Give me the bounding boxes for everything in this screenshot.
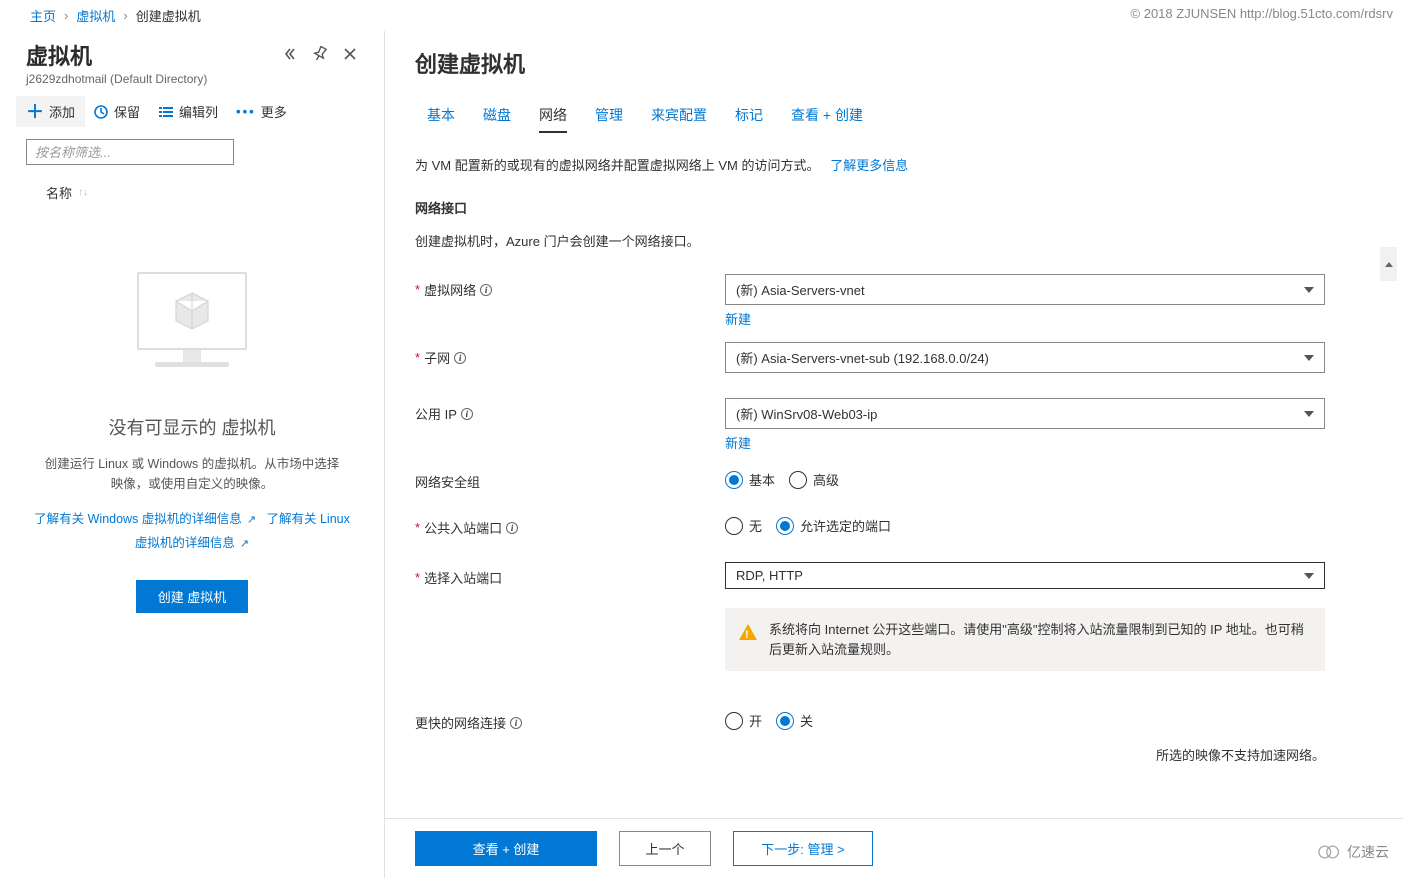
info-icon[interactable]: i xyxy=(480,284,492,296)
chevron-down-icon xyxy=(1304,355,1314,361)
chevron-right-icon: › xyxy=(123,8,127,23)
section-subheading: 创建虚拟机时，Azure 门户会创建一个网络接口。 xyxy=(415,231,1373,250)
tab-disks[interactable]: 磁盘 xyxy=(483,105,511,133)
breadcrumb-current: 创建虚拟机 xyxy=(136,6,201,25)
more-label: 更多 xyxy=(261,102,287,121)
chevron-down-icon xyxy=(1304,287,1314,293)
accelnet-on-radio[interactable]: 开 xyxy=(725,711,762,730)
pubip-label: 公用 IP i xyxy=(415,398,725,423)
nsg-advanced-radio[interactable]: 高级 xyxy=(789,470,839,489)
edit-columns-label: 编辑列 xyxy=(179,102,218,121)
refresh-icon xyxy=(93,104,109,120)
add-label: 添加 xyxy=(49,102,75,121)
accelnet-note: 所选的映像不支持加速网络。 xyxy=(415,745,1325,764)
empty-illustration xyxy=(127,272,257,392)
chevron-down-icon xyxy=(1304,411,1314,417)
accelnet-radio-group: 开 关 xyxy=(725,707,1325,730)
selports-label: * 选择入站端口 xyxy=(415,562,725,587)
external-link-icon: ↗ xyxy=(237,538,249,550)
list-header[interactable]: 名称 ↑↓ xyxy=(0,173,384,202)
prev-button[interactable]: 上一个 xyxy=(619,831,711,866)
subnet-value: (新) Asia-Servers-vnet-sub (192.168.0.0/2… xyxy=(736,348,989,367)
tabs: 基本 磁盘 网络 管理 来宾配置 标记 查看 + 创建 xyxy=(427,105,1373,133)
learn-more-link[interactable]: 了解更多信息 xyxy=(830,158,908,173)
pubports-label: * 公共入站端口 i xyxy=(415,512,725,537)
pubip-select[interactable]: (新) WinSrv08-Web03-ip xyxy=(725,398,1325,429)
sort-icon: ↑↓ xyxy=(78,187,88,198)
left-panel: 虚拟机 j2629zdhotmail (Default Directory) xyxy=(0,31,385,878)
chevron-down-icon xyxy=(1304,573,1314,579)
watermark-bottom: 亿速云 xyxy=(1317,842,1389,862)
vnet-value: (新) Asia-Servers-vnet xyxy=(736,280,865,299)
subnet-select[interactable]: (新) Asia-Servers-vnet-sub (192.168.0.0/2… xyxy=(725,342,1325,373)
more-button[interactable]: ••• 更多 xyxy=(236,102,287,121)
breadcrumb-home[interactable]: 主页 xyxy=(30,6,56,25)
subnet-label: * 子网 i xyxy=(415,342,725,367)
panel-title: 虚拟机 xyxy=(26,39,92,71)
tab-basic[interactable]: 基本 xyxy=(427,105,455,133)
chevron-right-icon: › xyxy=(64,8,68,23)
nsg-basic-radio[interactable]: 基本 xyxy=(725,470,775,489)
create-vm-button[interactable]: 创建 虚拟机 xyxy=(136,580,249,613)
info-icon[interactable]: i xyxy=(506,522,518,534)
right-panel: 创建虚拟机 基本 磁盘 网络 管理 来宾配置 标记 查看 + 创建 为 VM 配… xyxy=(385,31,1403,878)
add-button[interactable]: ＋ 添加 xyxy=(16,96,85,127)
pubports-none-radio[interactable]: 无 xyxy=(725,516,762,535)
accelnet-label: 更快的网络连接 i xyxy=(415,707,725,732)
keep-button[interactable]: 保留 xyxy=(93,102,140,121)
tab-review[interactable]: 查看 + 创建 xyxy=(791,105,863,133)
vnet-create-link[interactable]: 新建 xyxy=(725,309,751,328)
empty-title: 没有可显示的 虚拟机 xyxy=(26,414,358,440)
close-icon[interactable] xyxy=(342,46,358,65)
nsg-label: 网络安全组 xyxy=(415,466,725,491)
tab-network[interactable]: 网络 xyxy=(539,105,567,133)
more-icon: ••• xyxy=(236,104,256,119)
columns-icon xyxy=(158,104,174,120)
info-icon[interactable]: i xyxy=(454,352,466,364)
tab-tags[interactable]: 标记 xyxy=(735,105,763,133)
learn-windows-link[interactable]: 了解有关 Windows 虚拟机的详细信息 ↗ xyxy=(34,512,256,526)
selports-value: RDP, HTTP xyxy=(736,568,803,583)
port-warning: 系统将向 Internet 公开这些端口。请使用"高级"控制将入站流量限制到已知… xyxy=(725,608,1325,671)
accelnet-off-radio[interactable]: 关 xyxy=(776,711,813,730)
panel-subtitle: j2629zdhotmail (Default Directory) xyxy=(26,72,358,86)
cube-icon xyxy=(170,289,214,333)
pubip-value: (新) WinSrv08-Web03-ip xyxy=(736,404,877,423)
vnet-select[interactable]: (新) Asia-Servers-vnet xyxy=(725,274,1325,305)
review-create-button[interactable]: 查看 + 创建 xyxy=(415,831,597,866)
collapse-icon[interactable] xyxy=(282,46,298,65)
breadcrumb-vm[interactable]: 虚拟机 xyxy=(76,6,115,25)
pin-icon[interactable] xyxy=(312,46,328,65)
section-heading: 网络接口 xyxy=(415,198,1373,217)
pubip-create-link[interactable]: 新建 xyxy=(725,433,751,452)
vnet-label: * 虚拟网络 i xyxy=(415,274,725,299)
section-description: 为 VM 配置新的或现有的虚拟网络并配置虚拟网络上 VM 的访问方式。 了解更多… xyxy=(415,155,1373,174)
warning-text: 系统将向 Internet 公开这些端口。请使用"高级"控制将入站流量限制到已知… xyxy=(769,620,1311,659)
external-link-icon: ↗ xyxy=(244,514,256,526)
filter-input[interactable] xyxy=(26,139,234,165)
breadcrumb: 主页 › 虚拟机 › 创建虚拟机 xyxy=(0,0,1403,31)
left-toolbar: ＋ 添加 保留 编辑列 ••• 更多 xyxy=(0,86,384,133)
info-icon[interactable]: i xyxy=(461,408,473,420)
empty-desc: 创建运行 Linux 或 Windows 的虚拟机。从市场中选择映像，或使用自定… xyxy=(26,454,358,494)
pubports-radio-group: 无 允许选定的端口 xyxy=(725,512,1325,535)
info-icon[interactable]: i xyxy=(510,717,522,729)
next-button[interactable]: 下一步: 管理 > xyxy=(733,831,873,866)
tab-management[interactable]: 管理 xyxy=(595,105,623,133)
empty-state: 没有可显示的 虚拟机 创建运行 Linux 或 Windows 的虚拟机。从市场… xyxy=(0,202,384,613)
pubports-allow-radio[interactable]: 允许选定的端口 xyxy=(776,516,891,535)
page-title: 创建虚拟机 xyxy=(415,47,1373,79)
tab-guest[interactable]: 来宾配置 xyxy=(651,105,707,133)
nsg-radio-group: 基本 高级 xyxy=(725,466,1325,489)
plus-icon: ＋ xyxy=(26,103,44,121)
selports-select[interactable]: RDP, HTTP xyxy=(725,562,1325,589)
edit-columns-button[interactable]: 编辑列 xyxy=(158,102,218,121)
scroll-up-button[interactable] xyxy=(1380,247,1397,281)
col-name: 名称 xyxy=(46,183,72,202)
keep-label: 保留 xyxy=(114,102,140,121)
footer-bar: 查看 + 创建 上一个 下一步: 管理 > xyxy=(385,818,1403,878)
warning-icon xyxy=(739,624,757,640)
